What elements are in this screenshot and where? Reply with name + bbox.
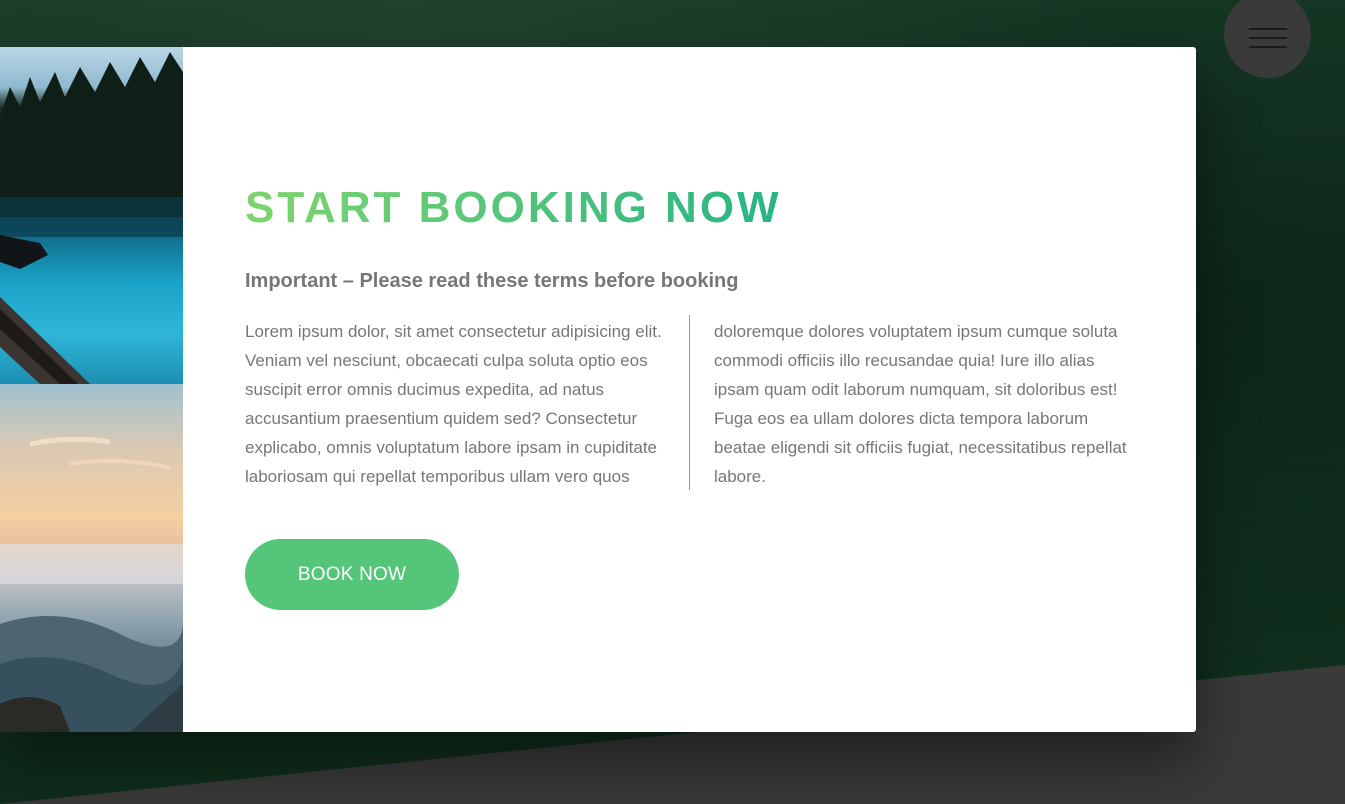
terms-text-column-2: doloremque dolores voluptatem ipsum cumq… <box>714 322 1127 486</box>
hamburger-menu-icon-line <box>1248 45 1287 48</box>
popup-subtitle: Important – Please read these terms befo… <box>245 270 739 292</box>
lake-with-boat-image <box>0 47 183 384</box>
lake-scene <box>0 52 183 384</box>
mountain-sunrise-image <box>0 384 183 732</box>
popup-image-column <box>0 47 183 732</box>
mountain-scene <box>0 436 183 732</box>
booking-popup: START BOOKING NOW Important – Please rea… <box>0 47 1196 732</box>
terms-text-column-1: Lorem ipsum dolor, sit amet consectetur … <box>245 322 662 486</box>
book-now-button[interactable]: Book now <box>245 539 459 610</box>
hamburger-menu-icon-line <box>1248 36 1287 39</box>
column-divider <box>689 315 690 490</box>
hamburger-menu-icon <box>1248 27 1287 30</box>
popup-title: START BOOKING NOW <box>245 183 782 232</box>
